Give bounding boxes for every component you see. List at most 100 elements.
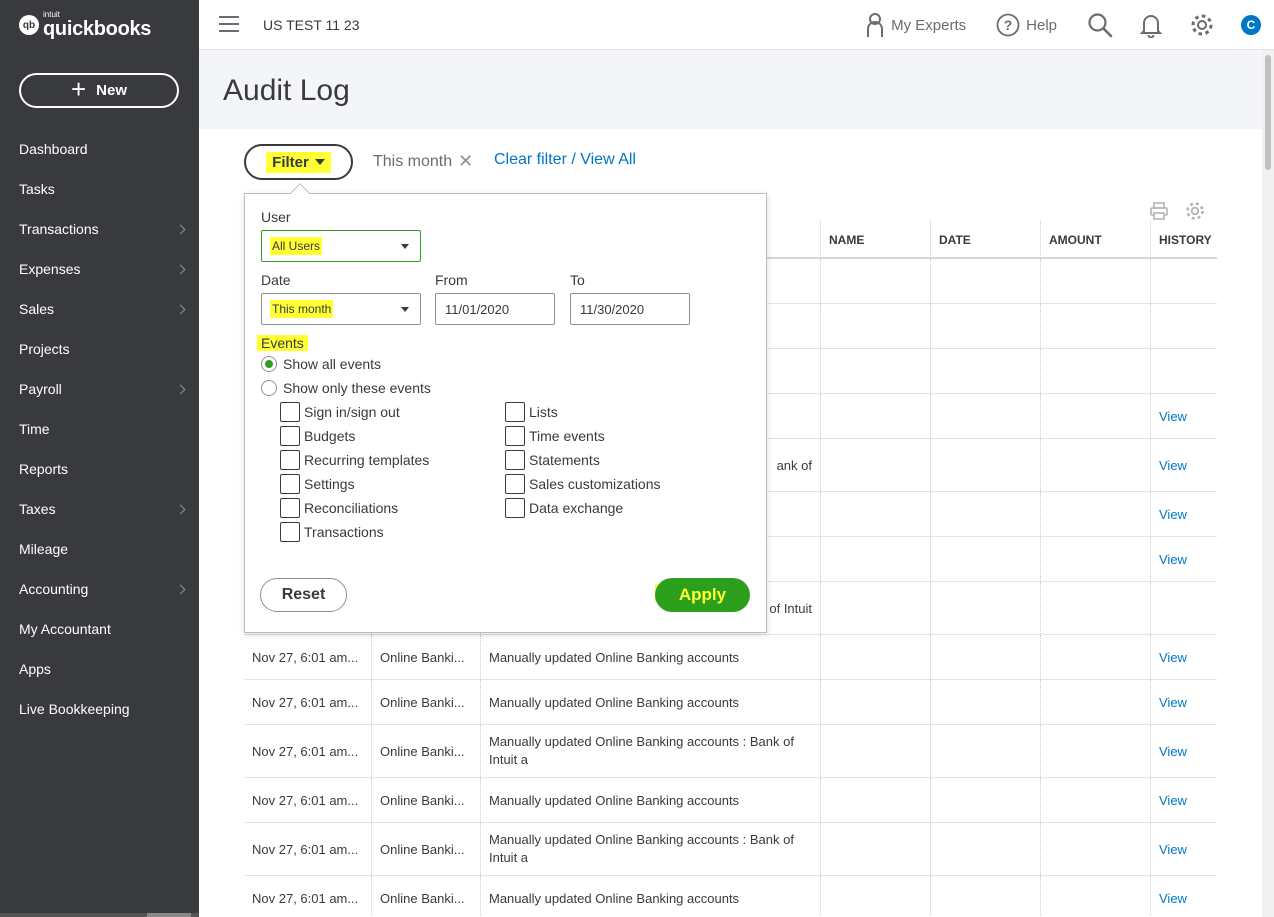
event-checkbox-data-exchange[interactable]: Data exchange (505, 498, 623, 518)
row-user: Online Banki... (371, 725, 480, 777)
apply-button[interactable]: Apply (655, 578, 750, 612)
event-checkbox-label: Statements (529, 452, 600, 468)
event-checkbox-sales-customizations[interactable]: Sales customizations (505, 474, 661, 494)
history-view-link[interactable] (1150, 582, 1217, 634)
show-all-events-label: Show all events (283, 356, 382, 372)
sidebar-item-apps[interactable]: Apps (0, 649, 199, 689)
history-view-link[interactable]: View (1150, 876, 1217, 917)
show-all-events-radio[interactable]: Show all events (261, 356, 381, 372)
person-icon (867, 13, 884, 37)
sidebar-item-accounting[interactable]: Accounting (0, 569, 199, 609)
chevron-right-icon (175, 224, 186, 234)
hamburger-menu-icon[interactable] (219, 16, 239, 32)
event-checkbox-statements[interactable]: Statements (505, 450, 600, 470)
event-checkbox-time-events[interactable]: Time events (505, 426, 605, 446)
event-checkbox-transactions[interactable]: Transactions (280, 522, 384, 542)
history-view-link[interactable]: View (1150, 492, 1217, 536)
table-settings-gear-icon[interactable] (1184, 200, 1206, 222)
sidebar-item-projects[interactable]: Projects (0, 329, 199, 369)
dropdown-caret-icon (401, 307, 409, 312)
qb-logo-icon: qb (19, 15, 39, 35)
table-row[interactable]: Nov 27, 6:01 am... Online Banki... Manuall… (244, 680, 1217, 725)
notifications-button[interactable] (1139, 12, 1163, 38)
user-avatar[interactable]: C (1241, 15, 1261, 35)
active-filter-chip: This month ✕ (373, 151, 473, 172)
scrollbar-thumb[interactable] (1265, 55, 1271, 170)
sidebar-item-label: Taxes (19, 501, 56, 517)
sidebar-item-live-bookkeeping[interactable]: Live Bookkeeping (0, 689, 199, 729)
table-row[interactable]: Nov 27, 6:01 am... Online Banki... Manuall… (244, 635, 1217, 680)
column-header-history[interactable]: HISTORY (1150, 221, 1217, 258)
clear-filter-link[interactable]: Clear filter / View All (494, 151, 636, 169)
checkbox-icon (280, 522, 300, 542)
my-experts-button[interactable]: My Experts (865, 12, 966, 38)
column-header-name[interactable]: NAME (820, 221, 930, 258)
history-view-link[interactable] (1150, 304, 1217, 348)
sidebar-item-payroll[interactable]: Payroll (0, 369, 199, 409)
sidebar-item-label: Mileage (19, 541, 69, 557)
history-view-link[interactable]: View (1150, 680, 1217, 724)
history-view-link[interactable]: View (1150, 537, 1217, 581)
table-row[interactable]: Nov 27, 6:01 am... Online Banki... Manuall… (244, 823, 1217, 876)
row-date: Nov 27, 6:01 am... (252, 841, 359, 857)
checkbox-icon (280, 402, 300, 422)
remove-filter-close-icon[interactable]: ✕ (458, 151, 473, 172)
checkbox-icon (505, 498, 525, 518)
sidebar-item-label: Tasks (19, 181, 55, 197)
event-checkbox-recurring-templates[interactable]: Recurring templates (280, 450, 429, 470)
history-view-link[interactable] (1150, 349, 1217, 393)
history-view-link[interactable]: View (1150, 635, 1217, 679)
event-checkbox-sign-in-sign-out[interactable]: Sign in/sign out (280, 402, 400, 422)
row-date: Nov 27, 6:01 am... (252, 743, 359, 759)
sidebar-item-sales[interactable]: Sales (0, 289, 199, 329)
search-button[interactable] (1087, 12, 1113, 38)
user-select[interactable]: All Users (261, 230, 421, 262)
from-date-input[interactable]: 11/01/2020 (435, 293, 555, 325)
table-row[interactable]: Nov 27, 6:01 am... Online Banki... Manuall… (244, 725, 1217, 778)
help-label: Help (1026, 16, 1057, 34)
table-row[interactable]: Nov 27, 6:01 am... Online Banki... Manuall… (244, 778, 1217, 823)
sidebar-item-tasks[interactable]: Tasks (0, 169, 199, 209)
history-view-link[interactable] (1150, 259, 1217, 303)
sidebar-item-time[interactable]: Time (0, 409, 199, 449)
row-user: Online Banki... (371, 680, 480, 724)
sidebar-item-taxes[interactable]: Taxes (0, 489, 199, 529)
checkbox-icon (505, 426, 525, 446)
event-checkbox-settings[interactable]: Settings (280, 474, 355, 494)
to-date-input[interactable]: 11/30/2020 (570, 293, 690, 325)
sidebar-item-transactions[interactable]: Transactions (0, 209, 199, 249)
reset-button[interactable]: Reset (260, 578, 347, 612)
new-button[interactable]: + New (19, 73, 179, 108)
quickbooks-logo[interactable]: qb intuit quickbooks (19, 11, 151, 39)
column-header-date[interactable]: DATE (930, 221, 1040, 258)
sidebar-item-expenses[interactable]: Expenses (0, 249, 199, 289)
event-checkbox-label: Reconciliations (304, 500, 399, 516)
history-view-link[interactable]: View (1150, 439, 1217, 491)
settings-button[interactable] (1189, 12, 1215, 38)
column-header-amount[interactable]: AMOUNT (1040, 221, 1150, 258)
sidebar-item-dashboard[interactable]: Dashboard (0, 129, 199, 169)
events-label: Events (257, 335, 308, 351)
sidebar-item-mileage[interactable]: Mileage (0, 529, 199, 569)
help-button[interactable]: ? Help (996, 13, 1057, 37)
history-view-link[interactable]: View (1150, 725, 1217, 777)
event-checkbox-label: Sales customizations (529, 476, 661, 492)
history-view-link[interactable]: View (1150, 394, 1217, 438)
row-user: Online Banki... (371, 823, 480, 875)
page-scrollbar[interactable] (1262, 50, 1274, 917)
filter-button[interactable]: Filter (244, 144, 353, 180)
sidebar-item-reports[interactable]: Reports (0, 449, 199, 489)
sidebar-nav: Dashboard Tasks Transactions Expenses Sales P… (0, 129, 199, 729)
date-select[interactable]: This month (261, 293, 421, 325)
history-view-link[interactable]: View (1150, 823, 1217, 875)
event-checkbox-budgets[interactable]: Budgets (280, 426, 355, 446)
checkbox-icon (505, 450, 525, 470)
print-icon[interactable] (1149, 201, 1169, 221)
history-view-link[interactable]: View (1150, 778, 1217, 822)
checkbox-icon (505, 402, 525, 422)
event-checkbox-lists[interactable]: Lists (505, 402, 558, 422)
table-row[interactable]: Nov 27, 6:01 am... Online Banki... Manuall… (244, 876, 1217, 917)
sidebar-item-my-accountant[interactable]: My Accountant (0, 609, 199, 649)
show-only-events-radio[interactable]: Show only these events (261, 380, 431, 396)
event-checkbox-reconciliations[interactable]: Reconciliations (280, 498, 398, 518)
